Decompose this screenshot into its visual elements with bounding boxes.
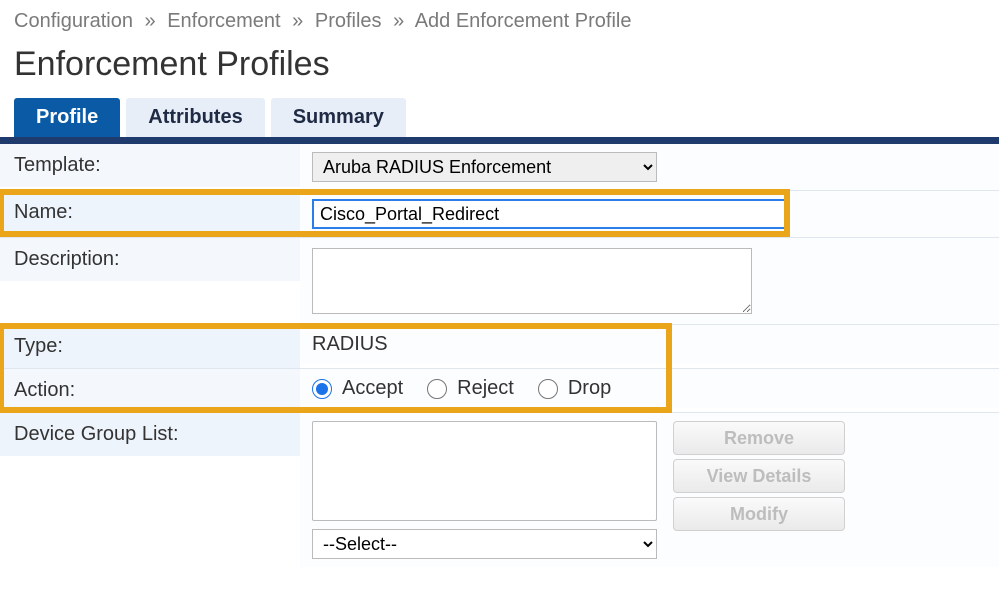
- description-input[interactable]: [312, 248, 752, 314]
- device-group-listbox[interactable]: [312, 421, 657, 521]
- breadcrumb-sep: »: [292, 10, 303, 32]
- device-group-label: Device Group List:: [0, 413, 300, 456]
- type-action-block: Type: RADIUS Action: Accept Reject: [0, 325, 999, 413]
- tab-attributes[interactable]: Attributes: [126, 98, 264, 137]
- type-value: RADIUS: [312, 333, 388, 356]
- device-group-select[interactable]: --Select--: [312, 529, 657, 559]
- row-device-group: Device Group List: --Select-- Remove Vie…: [0, 413, 999, 567]
- profile-form: Template: Aruba RADIUS Enforcement Name:…: [0, 143, 999, 567]
- action-radio-reject-item[interactable]: Reject: [427, 377, 514, 400]
- tab-profile[interactable]: Profile: [14, 98, 120, 137]
- row-action: Action: Accept Reject Drop: [0, 369, 999, 413]
- action-radio-accept-label: Accept: [342, 377, 403, 400]
- breadcrumb-item[interactable]: Configuration: [14, 10, 133, 32]
- row-template: Template: Aruba RADIUS Enforcement: [0, 144, 999, 191]
- breadcrumb: Configuration » Enforcement » Profiles »…: [0, 0, 999, 39]
- row-description: Description:: [0, 238, 999, 325]
- action-label: Action:: [0, 369, 300, 412]
- page-title: Enforcement Profiles: [0, 39, 999, 98]
- type-label: Type:: [0, 325, 300, 368]
- action-radio-reject-label: Reject: [457, 377, 514, 400]
- remove-button[interactable]: Remove: [673, 421, 845, 455]
- tabs: Profile Attributes Summary: [14, 98, 999, 137]
- action-radio-drop-item[interactable]: Drop: [538, 377, 611, 400]
- action-radio-drop[interactable]: [538, 379, 558, 399]
- template-select[interactable]: Aruba RADIUS Enforcement: [312, 152, 657, 182]
- action-radio-reject[interactable]: [427, 379, 447, 399]
- action-radio-drop-label: Drop: [568, 377, 611, 400]
- modify-button[interactable]: Modify: [673, 497, 845, 531]
- breadcrumb-item[interactable]: Enforcement: [167, 10, 280, 32]
- action-radio-group: Accept Reject Drop: [312, 377, 611, 400]
- name-label: Name:: [0, 191, 300, 234]
- name-input[interactable]: [312, 199, 786, 229]
- row-type: Type: RADIUS: [0, 325, 999, 369]
- template-label: Template:: [0, 144, 300, 187]
- row-name: Name:: [0, 191, 999, 238]
- action-radio-accept[interactable]: [312, 379, 332, 399]
- view-details-button[interactable]: View Details: [673, 459, 845, 493]
- breadcrumb-item: Add Enforcement Profile: [415, 10, 632, 32]
- action-radio-accept-item[interactable]: Accept: [312, 377, 403, 400]
- breadcrumb-sep: »: [393, 10, 404, 32]
- tab-summary[interactable]: Summary: [271, 98, 406, 137]
- breadcrumb-item[interactable]: Profiles: [315, 10, 382, 32]
- description-label: Description:: [0, 238, 300, 281]
- breadcrumb-sep: »: [145, 10, 156, 32]
